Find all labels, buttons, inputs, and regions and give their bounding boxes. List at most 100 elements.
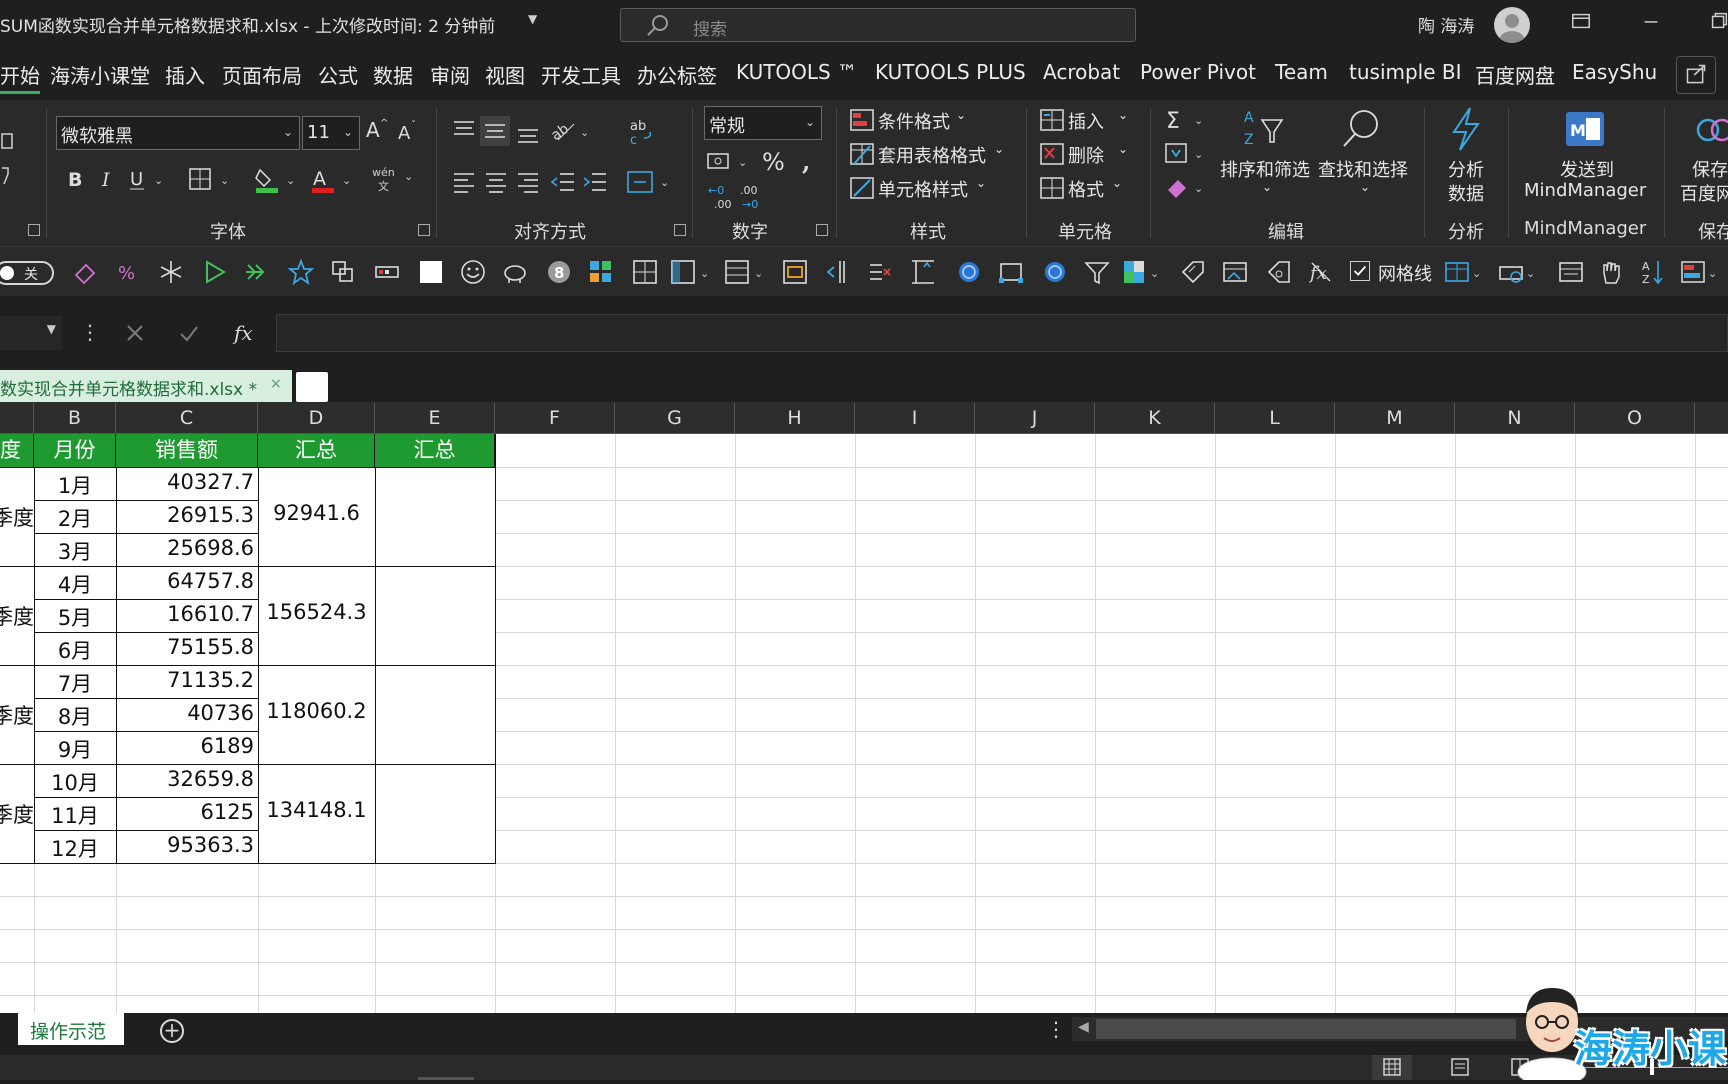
- month-cell[interactable]: 11月: [34, 800, 116, 830]
- comma-style-icon[interactable]: ,: [798, 146, 818, 180]
- tab-office-tab[interactable]: 办公标签: [637, 60, 717, 89]
- tab-home[interactable]: 开始: [0, 60, 40, 94]
- column-header[interactable]: N: [1455, 402, 1575, 434]
- month-cell[interactable]: 10月: [34, 767, 116, 797]
- text-box-icon[interactable]: [374, 259, 400, 285]
- form-icon[interactable]: [1558, 259, 1584, 285]
- chevron-down-icon[interactable]: ⌄: [1262, 180, 1272, 194]
- tab-review[interactable]: 审阅: [430, 60, 470, 89]
- avatar[interactable]: [1494, 7, 1530, 43]
- percent-icon[interactable]: %: [760, 146, 788, 180]
- column-header[interactable]: B: [34, 402, 116, 434]
- normal-view-button[interactable]: [1372, 1055, 1412, 1080]
- column-header[interactable]: I: [855, 402, 975, 434]
- month-cell[interactable]: 6月: [34, 635, 116, 665]
- align-center-icon[interactable]: [484, 170, 508, 198]
- number-launcher-icon[interactable]: [816, 224, 828, 236]
- save-baidu-label-2[interactable]: 百度网: [1680, 180, 1728, 206]
- month-cell[interactable]: 9月: [34, 734, 116, 764]
- align-left-icon[interactable]: [452, 170, 476, 198]
- autosum-icon[interactable]: Σ ⌄: [1164, 106, 1204, 138]
- sort-filter-label[interactable]: 排序和筛选: [1220, 156, 1310, 182]
- orientation-icon[interactable]: ab ⌄: [548, 118, 590, 148]
- sales-cell[interactable]: 32659.8: [116, 767, 254, 791]
- decrease-font-icon[interactable]: Aˇ: [396, 118, 422, 148]
- insert-function-icon[interactable]: fx: [232, 318, 258, 346]
- find-select-label[interactable]: 查找和选择: [1318, 156, 1408, 182]
- tab-data[interactable]: 数据: [373, 60, 413, 89]
- column-header[interactable]: L: [1215, 402, 1335, 434]
- scrollbar-thumb[interactable]: [1096, 1019, 1516, 1039]
- sales-cell[interactable]: 95363.3: [116, 833, 254, 857]
- chevron-down-icon[interactable]: ▼: [528, 12, 537, 26]
- column-header[interactable]: C: [116, 402, 258, 434]
- bold-icon[interactable]: B: [66, 166, 86, 196]
- tab-baidu-netdisk[interactable]: 百度网盘: [1475, 60, 1555, 89]
- column-header[interactable]: F: [495, 402, 615, 434]
- piggy-bank-icon[interactable]: [502, 259, 528, 285]
- total-cell[interactable]: 118060.2: [258, 699, 375, 723]
- select-cells-icon[interactable]: [782, 259, 808, 285]
- tab-easyshu[interactable]: EasyShu: [1572, 60, 1657, 84]
- tab-view[interactable]: 视图: [485, 60, 525, 89]
- align-bottom-icon[interactable]: [516, 122, 540, 150]
- merge-center-icon[interactable]: ⌄: [626, 168, 674, 200]
- total-cell[interactable]: 134148.1: [258, 798, 375, 822]
- row-height-icon[interactable]: [910, 259, 936, 285]
- search-input[interactable]: 搜索: [620, 8, 1136, 42]
- tab-acrobat[interactable]: Acrobat: [1043, 60, 1120, 84]
- copy-icon[interactable]: [0, 130, 24, 158]
- sales-cell[interactable]: 6125: [116, 800, 254, 824]
- fill-color-icon[interactable]: ⌄: [254, 166, 300, 198]
- clear-format-icon[interactable]: fx: [1308, 259, 1334, 285]
- decrease-decimal-icon[interactable]: .00 →0: [738, 182, 768, 216]
- fill-icon[interactable]: ⌄: [1164, 140, 1204, 172]
- font-color-icon[interactable]: A ⌄: [310, 166, 356, 198]
- quarter-cell[interactable]: 季度: [0, 601, 34, 631]
- font-size-select[interactable]: 11 ⌄: [302, 116, 360, 150]
- number-eight-icon[interactable]: 8: [546, 259, 572, 285]
- filter-icon[interactable]: [1084, 259, 1110, 285]
- column-header-a[interactable]: [0, 402, 34, 434]
- column-header[interactable]: E: [375, 402, 495, 434]
- white-square-icon[interactable]: [418, 259, 444, 285]
- cancel-icon[interactable]: [124, 322, 146, 344]
- tab-insert[interactable]: 插入: [165, 60, 205, 89]
- send-to-label-1[interactable]: 发送到: [1560, 156, 1614, 182]
- accounting-format-icon[interactable]: ⌄: [706, 148, 752, 180]
- ribbon-display-icon[interactable]: [1566, 10, 1596, 38]
- header-month[interactable]: 月份: [34, 434, 116, 467]
- mindmanager-icon[interactable]: M: [1562, 108, 1608, 154]
- minimize-icon[interactable]: [1636, 10, 1666, 38]
- align-middle-icon[interactable]: [480, 116, 510, 146]
- percent-tool-icon[interactable]: %: [116, 259, 142, 285]
- sales-cell[interactable]: 16610.7: [116, 602, 254, 626]
- sheet-tab[interactable]: 操作示范: [18, 1013, 124, 1045]
- page-layout-view-button[interactable]: [1440, 1055, 1480, 1080]
- name-box[interactable]: ▼: [0, 316, 62, 350]
- quarter-cell[interactable]: 季度: [0, 502, 34, 532]
- save-baidu-label-1[interactable]: 保存到: [1692, 156, 1728, 182]
- freeze-panes-icon[interactable]: ⌄: [670, 259, 710, 285]
- tab-team[interactable]: Team: [1275, 60, 1328, 84]
- header-sales[interactable]: 销售额: [116, 434, 258, 467]
- add-sheet-button[interactable]: +: [160, 1019, 184, 1043]
- border-icon[interactable]: ⌄: [188, 166, 234, 196]
- clear-icon[interactable]: ⌄: [1164, 174, 1204, 206]
- month-cell[interactable]: 12月: [34, 833, 116, 863]
- column-header[interactable]: O: [1575, 402, 1695, 434]
- header-total-e[interactable]: 汇总: [375, 434, 495, 467]
- find-select-icon[interactable]: [1338, 106, 1384, 156]
- circle-fill-icon[interactable]: [1042, 259, 1068, 285]
- eraser-tag-icon[interactable]: [1266, 259, 1292, 285]
- column-header[interactable]: M: [1335, 402, 1455, 434]
- sales-cell[interactable]: 40327.7: [116, 470, 254, 494]
- toggle-switch[interactable]: 关: [0, 261, 54, 285]
- format-painter-icon[interactable]: [0, 164, 24, 192]
- more-options-icon[interactable]: ⋮: [1046, 1017, 1066, 1041]
- number-format-select[interactable]: 常规 ⌄: [704, 106, 822, 140]
- sort-filter-icon[interactable]: AZ: [1240, 106, 1286, 156]
- rectangle-shape-icon[interactable]: [998, 259, 1024, 285]
- analyze-data-label-1[interactable]: 分析: [1448, 156, 1484, 182]
- sales-cell[interactable]: 75155.8: [116, 635, 254, 659]
